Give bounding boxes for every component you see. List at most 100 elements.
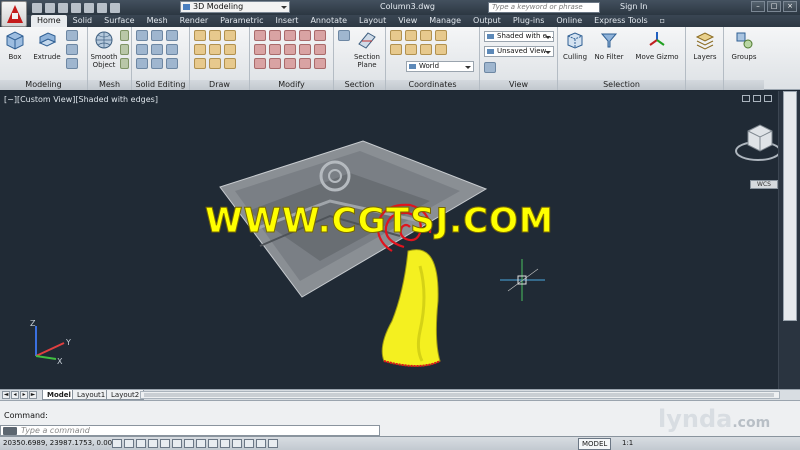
ribbon-options-icon[interactable]: ▫ xyxy=(654,15,671,27)
mirror-icon[interactable] xyxy=(284,30,296,41)
arc-icon[interactable] xyxy=(224,30,236,41)
tab-surface[interactable]: Surface xyxy=(98,15,140,27)
viewport-config-icon[interactable] xyxy=(484,62,496,73)
save-as-icon[interactable] xyxy=(71,2,81,13)
layers-button[interactable]: Layers xyxy=(690,29,720,61)
tab-home[interactable]: Home xyxy=(31,15,67,27)
tab-annotate[interactable]: Annotate xyxy=(304,15,353,27)
sign-in-link[interactable]: Sign In xyxy=(620,2,647,11)
undo-icon[interactable] xyxy=(97,2,107,13)
thicken-icon[interactable] xyxy=(166,44,178,55)
transparency-icon[interactable] xyxy=(244,439,254,448)
panel-label-modeling[interactable]: Modeling xyxy=(0,80,87,90)
panel-label-coordinates[interactable]: Coordinates xyxy=(386,80,479,90)
open-file-icon[interactable] xyxy=(45,2,55,13)
copy-icon[interactable] xyxy=(254,44,266,55)
application-menu-button[interactable] xyxy=(1,1,27,27)
smooth-more-icon[interactable] xyxy=(120,30,129,41)
ortho-mode-icon[interactable] xyxy=(148,439,158,448)
tab-express-tools[interactable]: Express Tools xyxy=(588,15,654,27)
infer-constraints-icon[interactable] xyxy=(112,439,122,448)
move-gizmo-button[interactable]: Move Gizmo xyxy=(632,29,682,61)
model-space-button[interactable]: MODEL xyxy=(578,438,612,450)
panel-label-view[interactable]: View xyxy=(480,80,557,90)
circle-icon[interactable] xyxy=(224,44,236,55)
dynamic-ucs-icon[interactable] xyxy=(208,439,218,448)
intersect-icon[interactable] xyxy=(166,30,178,41)
yellow-column-solid[interactable] xyxy=(381,249,441,367)
panel-label-section[interactable]: Section xyxy=(334,80,385,90)
drawing-viewport[interactable]: [−][Custom View][Shaded with edges] Z Y … xyxy=(0,91,778,389)
extract-edges-icon[interactable] xyxy=(136,58,148,69)
tab-mesh[interactable]: Mesh xyxy=(141,15,174,27)
tab-parametric[interactable]: Parametric xyxy=(214,15,269,27)
loft-icon[interactable] xyxy=(66,58,78,69)
next-layout-icon[interactable]: ▸ xyxy=(20,391,28,399)
align-icon[interactable] xyxy=(284,58,296,69)
snap-mode-icon[interactable] xyxy=(124,439,134,448)
separate-icon[interactable] xyxy=(166,58,178,69)
tab-layout2[interactable]: Layout2 xyxy=(106,390,145,400)
tab-plug-ins[interactable]: Plug-ins xyxy=(507,15,551,27)
panel-label-solid-editing[interactable]: Solid Editing xyxy=(132,80,189,90)
wcs-menu[interactable]: WCS xyxy=(750,180,778,189)
tab-layout[interactable]: Layout xyxy=(353,15,392,27)
last-layout-icon[interactable]: ► xyxy=(29,391,37,399)
3d-object-snap-icon[interactable] xyxy=(184,439,194,448)
tab-output[interactable]: Output xyxy=(467,15,507,27)
rectangle-icon[interactable] xyxy=(194,58,206,69)
panel-label-mesh[interactable]: Mesh xyxy=(88,80,131,90)
navigation-bar-panel[interactable] xyxy=(783,91,797,321)
tab-manage[interactable]: Manage xyxy=(423,15,467,27)
refine-mesh-icon[interactable] xyxy=(120,58,129,69)
trim-icon[interactable] xyxy=(299,30,311,41)
saved-view-combo[interactable]: Unsaved View xyxy=(484,46,554,57)
close-button[interactable]: × xyxy=(783,1,797,12)
imprint-icon[interactable] xyxy=(151,58,163,69)
section-live-icon[interactable] xyxy=(338,30,350,41)
interfere-icon[interactable] xyxy=(136,44,148,55)
annotation-scale[interactable]: 1:1 xyxy=(622,439,633,447)
panel-label-layers[interactable] xyxy=(686,80,723,90)
scrollbar-thumb[interactable] xyxy=(144,393,774,397)
maximize-button[interactable]: □ xyxy=(767,1,781,12)
groups-button[interactable]: Groups xyxy=(728,29,760,61)
erase-icon[interactable] xyxy=(269,58,281,69)
minimize-button[interactable]: – xyxy=(751,1,765,12)
box-button[interactable]: Box xyxy=(3,29,27,61)
ucs-origin-icon[interactable] xyxy=(405,44,417,55)
selection-cycling-icon[interactable] xyxy=(268,439,278,448)
stretch-icon[interactable] xyxy=(284,44,296,55)
viewcube[interactable] xyxy=(735,124,778,161)
tab-view[interactable]: View xyxy=(392,15,423,27)
polyline-icon[interactable] xyxy=(209,30,221,41)
lineweight-icon[interactable] xyxy=(232,439,242,448)
presspull-icon[interactable] xyxy=(66,30,78,41)
tab-insert[interactable]: Insert xyxy=(269,15,304,27)
workspace-selector[interactable]: 3D Modeling xyxy=(180,1,290,13)
ucs-z-icon[interactable] xyxy=(390,44,402,55)
polygon-icon[interactable] xyxy=(209,58,221,69)
ucs-combo[interactable]: World xyxy=(406,61,474,72)
extrude-button[interactable]: Extrude xyxy=(32,29,62,61)
panel-label-draw[interactable]: Draw xyxy=(190,80,249,90)
ucs-y-icon[interactable] xyxy=(435,30,447,41)
slice-icon[interactable] xyxy=(151,44,163,55)
ucs-icon[interactable] xyxy=(390,30,402,41)
culling-button[interactable]: Culling xyxy=(560,29,590,61)
quick-properties-icon[interactable] xyxy=(256,439,266,448)
scale-icon[interactable] xyxy=(269,44,281,55)
object-snap-icon[interactable] xyxy=(172,439,182,448)
ellipse-icon[interactable] xyxy=(224,58,236,69)
new-file-icon[interactable] xyxy=(32,2,42,13)
visual-style-combo[interactable]: Shaded with e... xyxy=(484,31,554,42)
smooth-object-button[interactable]: Smooth Object xyxy=(89,29,119,69)
ucs-world-icon[interactable] xyxy=(405,30,417,41)
explode-icon[interactable] xyxy=(254,58,266,69)
spline-icon[interactable] xyxy=(194,44,206,55)
fillet-icon[interactable] xyxy=(314,30,326,41)
prev-layout-icon[interactable]: ◂ xyxy=(11,391,19,399)
rotate-icon[interactable] xyxy=(269,30,281,41)
helix-icon[interactable] xyxy=(209,44,221,55)
chamfer-icon[interactable] xyxy=(314,58,326,69)
